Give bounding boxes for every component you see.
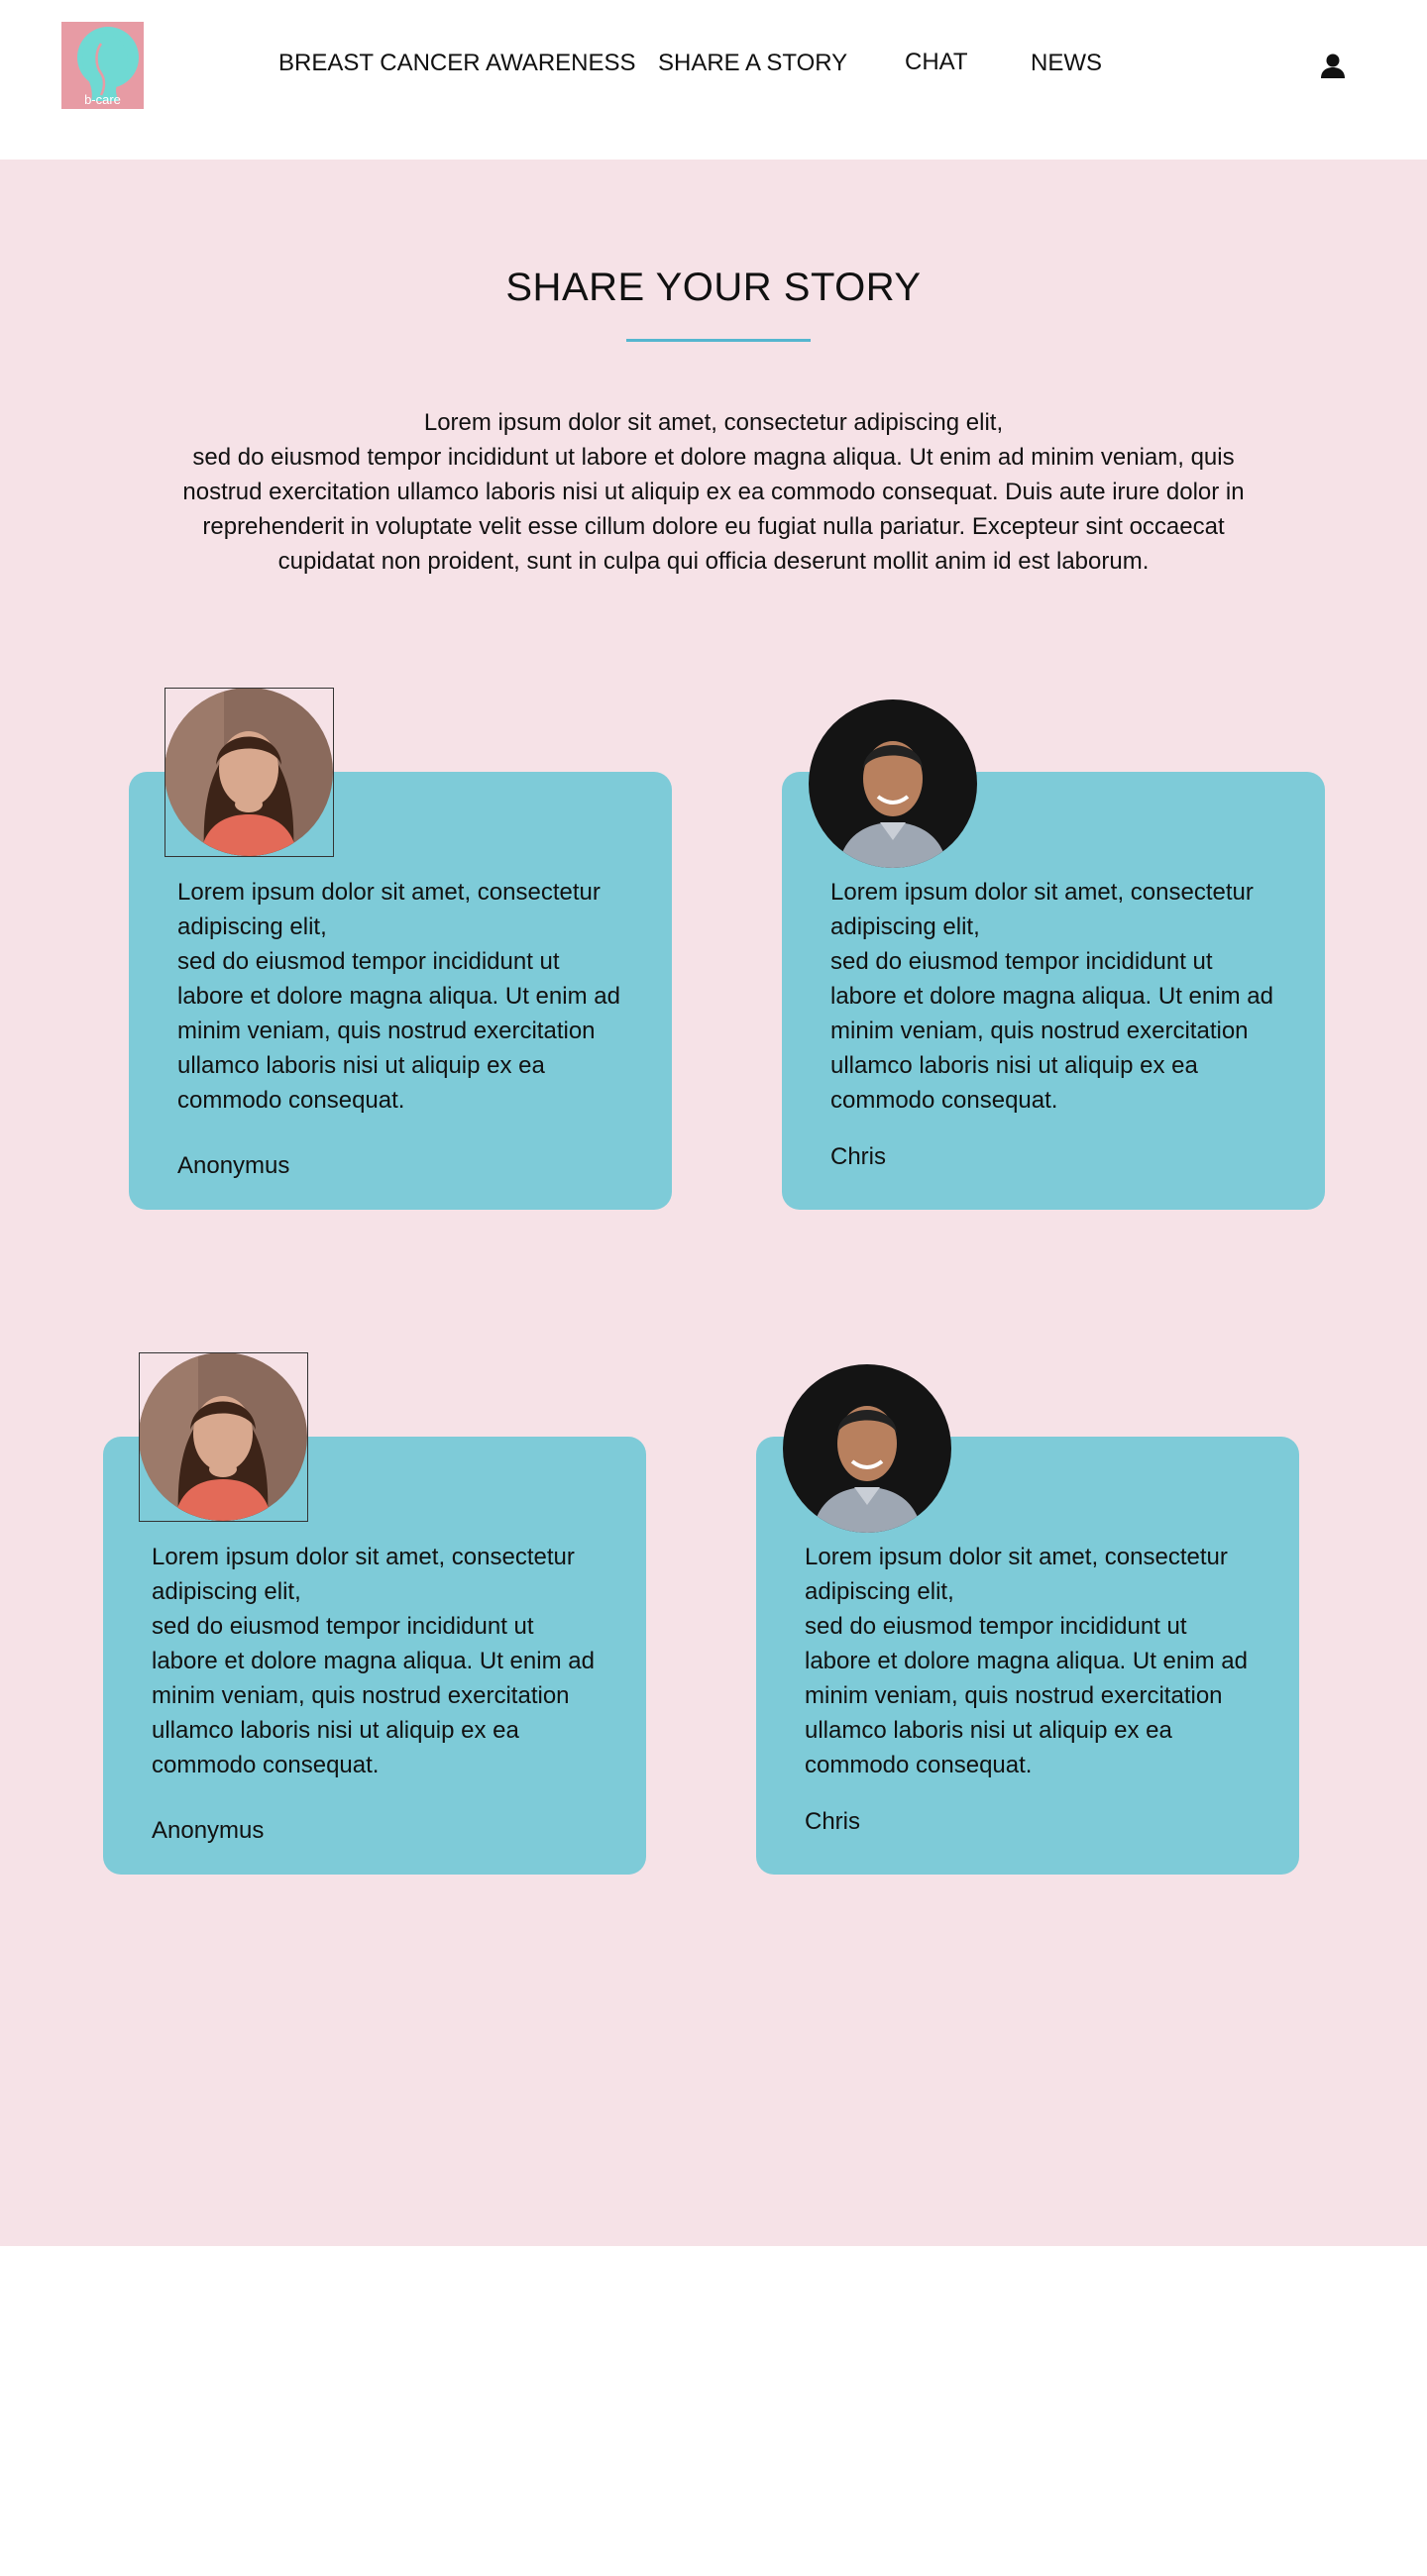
story-line: ullamco laboris nisi ut aliquip ex ea [830,1052,1198,1079]
story-author: Chris [830,1143,887,1170]
intro-line: cupidatat non proident, sunt in culpa qu… [277,548,1150,575]
story-line: Lorem ipsum dolor sit amet, consectetur [805,1544,1228,1570]
story-line: adipiscing elit, [152,1578,301,1605]
story-line: sed do eiusmod tempor incididunt ut [805,1613,1187,1640]
title-underline [626,339,811,342]
main-section: SHARE YOUR STORY Lorem ipsum dolor sit a… [0,160,1427,2246]
intro-paragraph: Lorem ipsum dolor sit amet, consectetur … [149,405,1278,579]
b-care-logo[interactable]: b-care [61,22,144,109]
intro-line: nostrud exercitation ullamco laboris nis… [182,479,1245,505]
nav-news[interactable]: NEWS [1031,50,1102,77]
story-line: Lorem ipsum dolor sit amet, consectetur [830,879,1254,906]
story-text: Lorem ipsum dolor sit amet, consectetur … [152,1540,617,1782]
story-author: Anonymus [152,1817,265,1844]
story-line: ullamco laboris nisi ut aliquip ex ea [152,1717,519,1744]
nav-share-a-story[interactable]: SHARE A STORY [658,50,847,77]
story-text: Lorem ipsum dolor sit amet, consectetur … [805,1540,1270,1782]
story-line: Lorem ipsum dolor sit amet, consectetur [152,1544,575,1570]
story-line: commodo consequat. [152,1752,380,1778]
story-line: labore et dolore magna aliqua. Ut enim a… [152,1648,595,1674]
story-line: commodo consequat. [805,1752,1033,1778]
story-author: Anonymus [177,1152,290,1179]
avatar-man [783,1364,951,1533]
story-line: commodo consequat. [830,1087,1058,1114]
story-line: sed do eiusmod tempor incididunt ut [830,948,1213,975]
story-text: Lorem ipsum dolor sit amet, consectetur … [177,875,643,1118]
story-line: commodo consequat. [177,1087,405,1114]
site-header: b-care BREAST CANCER AWARENESS SHARE A S… [0,0,1427,160]
nav-chat[interactable]: CHAT [905,49,968,76]
story-line: adipiscing elit, [830,913,980,940]
story-line: sed do eiusmod tempor incididunt ut [152,1613,534,1640]
story-line: minim veniam, quis nostrud exercitation [805,1682,1223,1709]
intro-line: Lorem ipsum dolor sit amet, consectetur … [423,409,1004,436]
story-author: Chris [805,1808,861,1835]
story-line: adipiscing elit, [177,913,327,940]
page-title: SHARE YOUR STORY [505,266,922,309]
story-line: labore et dolore magna aliqua. Ut enim a… [830,983,1273,1010]
story-line: Lorem ipsum dolor sit amet, consectetur [177,879,601,906]
story-text: Lorem ipsum dolor sit amet, consectetur … [830,875,1296,1118]
story-line: sed do eiusmod tempor incididunt ut [177,948,560,975]
story-line: minim veniam, quis nostrud exercitation [830,1018,1249,1044]
avatar-frame [139,1352,308,1522]
logo-text: b-care [84,92,121,107]
intro-line: sed do eiusmod tempor incididunt ut labo… [192,444,1235,471]
user-icon[interactable] [1319,52,1347,79]
story-line: adipiscing elit, [805,1578,954,1605]
avatar-man [809,699,977,868]
story-line: minim veniam, quis nostrud exercitation [177,1018,596,1044]
story-line: ullamco laboris nisi ut aliquip ex ea [805,1717,1172,1744]
intro-line: reprehenderit in voluptate velit esse ci… [202,513,1225,540]
story-line: minim veniam, quis nostrud exercitation [152,1682,570,1709]
nav-breast-cancer-awareness[interactable]: BREAST CANCER AWARENESS [278,50,636,77]
avatar-frame [165,688,334,857]
story-line: labore et dolore magna aliqua. Ut enim a… [805,1648,1248,1674]
story-line: ullamco laboris nisi ut aliquip ex ea [177,1052,545,1079]
story-line: labore et dolore magna aliqua. Ut enim a… [177,983,620,1010]
